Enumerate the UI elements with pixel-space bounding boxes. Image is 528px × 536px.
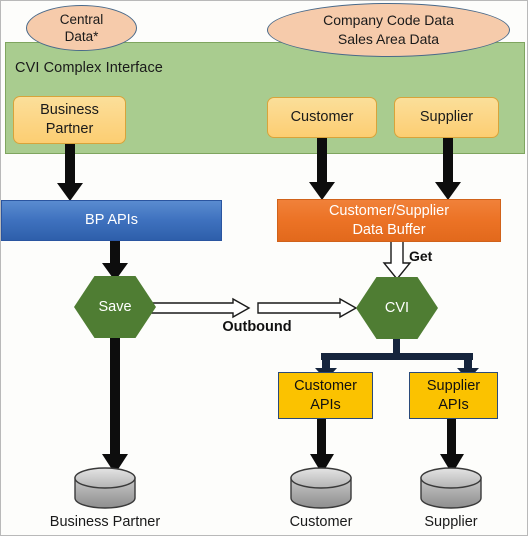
- get-block-arrow: [382, 240, 412, 281]
- customer-apis-line-1: Customer: [294, 377, 357, 394]
- central-data-line-2: Data*: [64, 29, 99, 44]
- connector-save-to-business-partner-db: [102, 336, 128, 474]
- connector-customer-to-data-buffer: [309, 134, 335, 200]
- customer-box[interactable]: Customer: [267, 97, 377, 138]
- connector-business-partner-to-bp-apis: [57, 139, 83, 201]
- business-partner-line-2: Partner: [45, 121, 94, 137]
- central-data-ellipse: Central Data*: [26, 5, 137, 51]
- data-buffer-line-1: Customer/Supplier: [328, 202, 450, 219]
- cvi-label: CVI: [384, 300, 410, 316]
- company-code-data-line-1: Company Code Data: [323, 12, 454, 28]
- supplier-box[interactable]: Supplier: [394, 97, 499, 138]
- central-data-line-1: Central: [59, 12, 104, 27]
- outbound-arrow-right: [257, 297, 358, 319]
- supplier-apis-line-2: APIs: [438, 396, 469, 413]
- save-hexagon[interactable]: Save: [74, 276, 156, 338]
- bp-apis-label: BP APIs: [85, 212, 138, 228]
- business-partner-line-1: Business: [40, 102, 99, 118]
- cvi-hexagon[interactable]: CVI: [356, 277, 438, 339]
- customer-apis-line-2: APIs: [310, 396, 341, 413]
- database-cylinder-supplier-icon: [420, 467, 482, 509]
- outbound-arrow-left: [150, 297, 251, 319]
- save-label: Save: [98, 299, 132, 315]
- db-caption-supplier: Supplier: [424, 514, 478, 530]
- customer-apis-box[interactable]: Customer APIs: [278, 372, 373, 419]
- database-cylinder-customer-icon: [290, 467, 352, 509]
- connector-supplier-to-data-buffer: [435, 134, 461, 200]
- database-cylinder-business-partner-icon: [74, 467, 136, 509]
- db-caption-customer: Customer: [289, 514, 353, 530]
- company-code-data-line-2: Sales Area Data: [337, 31, 440, 47]
- company-code-data-ellipse: Company Code Data Sales Area Data: [267, 3, 510, 57]
- supplier-label: Supplier: [419, 109, 474, 125]
- business-partner-box[interactable]: Business Partner: [13, 96, 126, 144]
- panel-title: CVI Complex Interface: [15, 60, 163, 76]
- db-caption-business-partner: Business Partner: [49, 514, 161, 530]
- customer-supplier-data-buffer-bar[interactable]: Customer/Supplier Data Buffer: [277, 199, 501, 242]
- outbound-label: Outbound: [222, 319, 292, 335]
- supplier-apis-line-1: Supplier: [426, 377, 481, 394]
- bp-apis-bar[interactable]: BP APIs: [1, 200, 222, 241]
- supplier-apis-box[interactable]: Supplier APIs: [409, 372, 498, 419]
- customer-label: Customer: [290, 109, 354, 125]
- data-buffer-line-2: Data Buffer: [352, 221, 426, 238]
- get-label: Get: [409, 248, 433, 264]
- cvi-architecture-diagram: CVI Complex Interface Central Data* Comp…: [0, 0, 528, 536]
